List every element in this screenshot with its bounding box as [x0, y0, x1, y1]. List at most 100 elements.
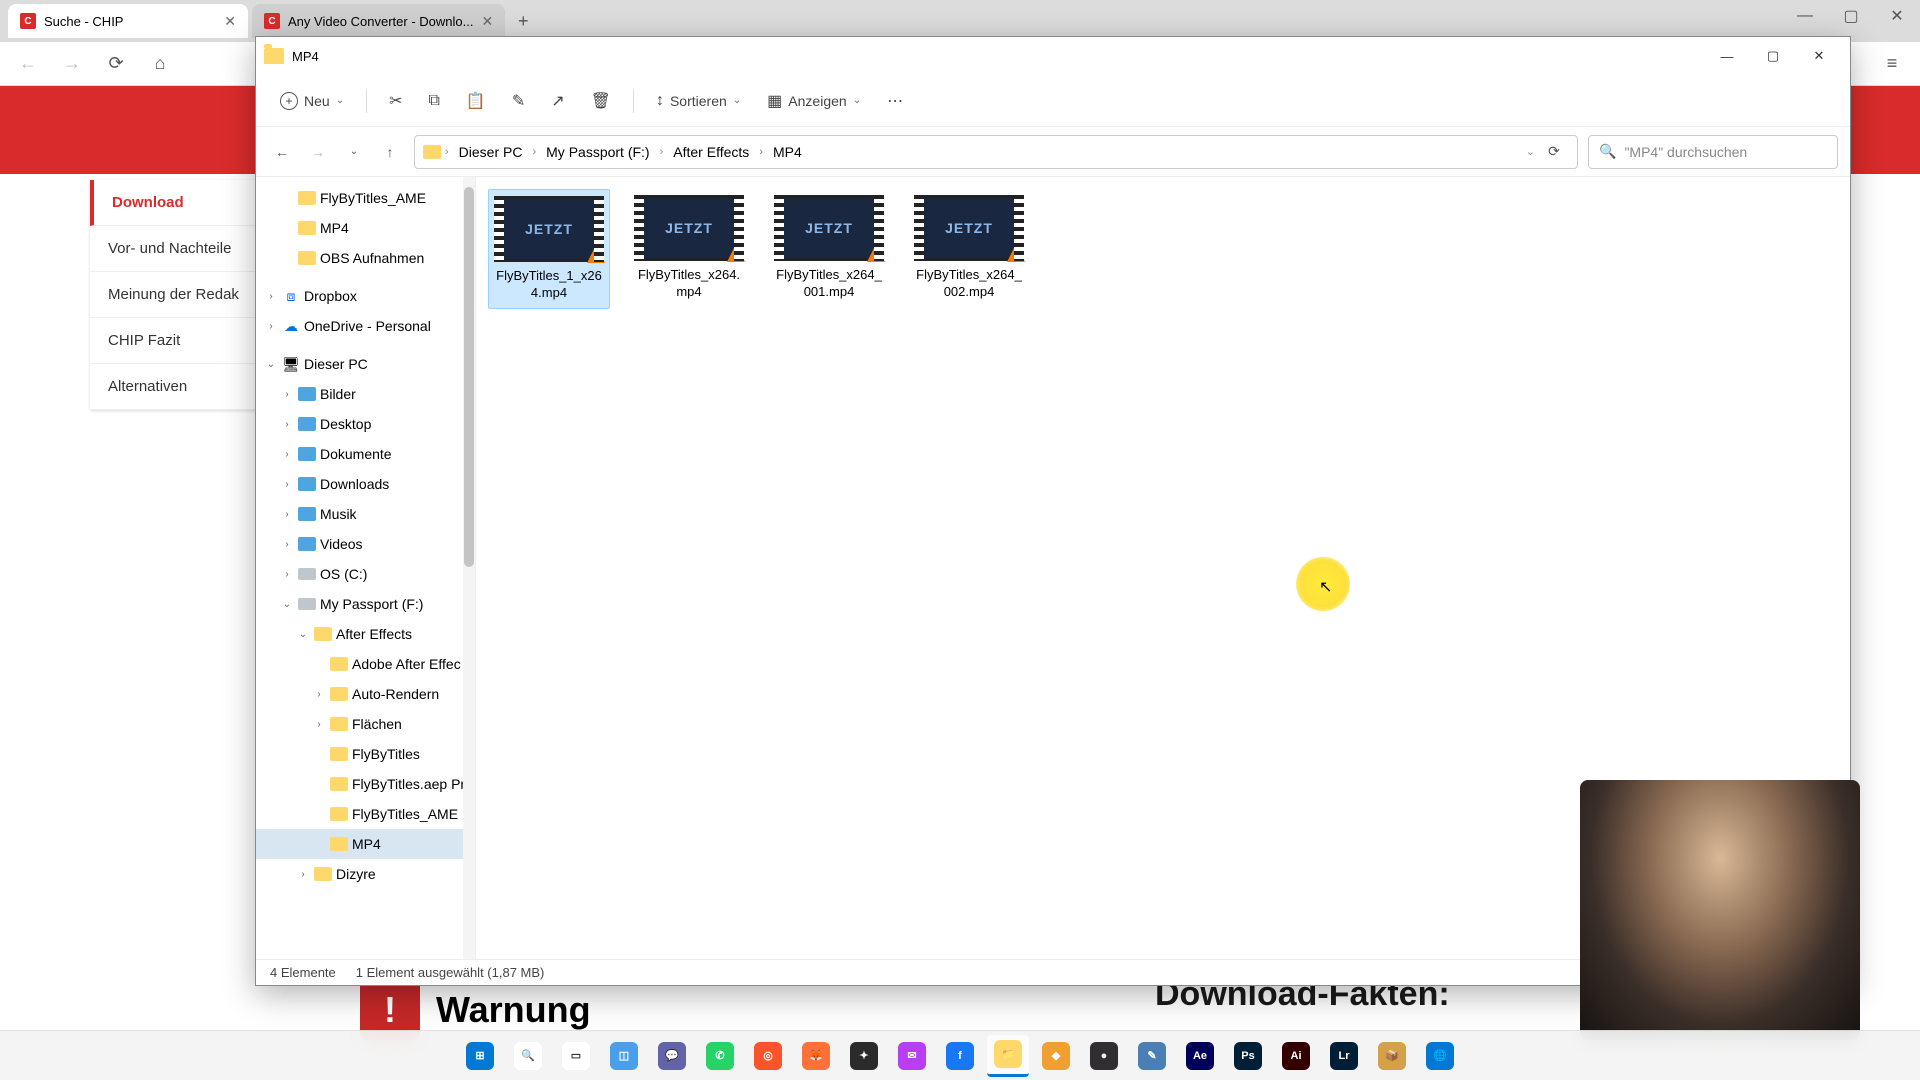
file-item[interactable]: JETZTFlyByTitles_1_x264.mp4: [488, 189, 610, 309]
expand-chevron-icon[interactable]: ⌄: [264, 359, 278, 370]
taskbar-obs[interactable]: ●: [1083, 1035, 1125, 1077]
file-item[interactable]: JETZTFlyByTitles_x264_001.mp4: [768, 189, 890, 309]
expand-chevron-icon[interactable]: ·: [312, 809, 326, 820]
taskbar-teams[interactable]: 💬: [651, 1035, 693, 1077]
nav-item[interactable]: ›Bilder: [256, 379, 475, 409]
search-input[interactable]: 🔍 "MP4" durchsuchen: [1588, 135, 1838, 169]
taskbar-messenger[interactable]: ✉: [891, 1035, 933, 1077]
expand-chevron-icon[interactable]: ›: [280, 539, 294, 550]
taskbar-brave[interactable]: ◎: [747, 1035, 789, 1077]
nav-item[interactable]: ›OS (C:): [256, 559, 475, 589]
expand-chevron-icon[interactable]: ›: [280, 509, 294, 520]
file-item[interactable]: JETZTFlyByTitles_x264_002.mp4: [908, 189, 1030, 309]
nav-item[interactable]: ·MP4: [256, 213, 475, 243]
navigation-pane[interactable]: ·FlyByTitles_AME·MP4·OBS Aufnahmen›⧈Drop…: [256, 177, 476, 959]
taskbar-app1[interactable]: ✦: [843, 1035, 885, 1077]
forward-button[interactable]: →: [56, 48, 88, 80]
nav-item[interactable]: ›Musik: [256, 499, 475, 529]
nav-item[interactable]: ⌄My Passport (F:): [256, 589, 475, 619]
taskbar-widgets[interactable]: ◫: [603, 1035, 645, 1077]
nav-item[interactable]: ·MP4: [256, 829, 475, 859]
nav-item[interactable]: ›Auto-Rendern: [256, 679, 475, 709]
maximize-button[interactable]: ▢: [1828, 0, 1874, 32]
minimize-button[interactable]: —: [1704, 40, 1750, 72]
expand-chevron-icon[interactable]: ›: [264, 321, 278, 332]
copy-button[interactable]: ⧉: [418, 84, 449, 118]
expand-chevron-icon[interactable]: ›: [280, 419, 294, 430]
taskbar-app2[interactable]: ◆: [1035, 1035, 1077, 1077]
nav-item[interactable]: ⌄🖥Dieser PC: [256, 349, 475, 379]
expand-chevron-icon[interactable]: ·: [312, 749, 326, 760]
new-button[interactable]: + Neu ⌄: [270, 84, 354, 118]
breadcrumb-segment[interactable]: MP4: [767, 142, 808, 162]
breadcrumb-segment[interactable]: Dieser PC: [453, 142, 529, 162]
expand-chevron-icon[interactable]: ·: [280, 223, 294, 234]
expand-chevron-icon[interactable]: ·: [280, 193, 294, 204]
up-button[interactable]: ↑: [376, 138, 404, 166]
taskbar-edge[interactable]: 🌐: [1419, 1035, 1461, 1077]
taskbar-taskview[interactable]: ▭: [555, 1035, 597, 1077]
nav-item[interactable]: ›Downloads: [256, 469, 475, 499]
expand-chevron-icon[interactable]: ›: [280, 389, 294, 400]
rename-button[interactable]: ✎: [502, 84, 535, 118]
home-button[interactable]: ⌂: [144, 48, 176, 80]
taskbar-aftereffects[interactable]: Ae: [1179, 1035, 1221, 1077]
nav-item[interactable]: ›Flächen: [256, 709, 475, 739]
nav-item[interactable]: ›⧈Dropbox: [256, 281, 475, 311]
share-button[interactable]: ↗: [541, 84, 574, 118]
address-bar[interactable]: › Dieser PC › My Passport (F:) › After E…: [414, 135, 1578, 169]
breadcrumb-segment[interactable]: My Passport (F:): [540, 142, 655, 162]
expand-chevron-icon[interactable]: ›: [296, 869, 310, 880]
browser-tab-1[interactable]: C Any Video Converter - Downlo... ✕: [252, 4, 505, 38]
close-button[interactable]: ✕: [1874, 0, 1920, 32]
scrollbar[interactable]: [463, 177, 475, 959]
taskbar-photoshop[interactable]: Ps: [1227, 1035, 1269, 1077]
taskbar-app4[interactable]: 📦: [1371, 1035, 1413, 1077]
taskbar-whatsapp[interactable]: ✆: [699, 1035, 741, 1077]
expand-chevron-icon[interactable]: ⌄: [280, 599, 294, 610]
nav-item[interactable]: ⌄After Effects: [256, 619, 475, 649]
delete-button[interactable]: 🗑: [581, 84, 621, 118]
nav-item[interactable]: ·FlyByTitles.aep Pro: [256, 769, 475, 799]
tab-close-icon[interactable]: ✕: [224, 13, 236, 30]
expand-chevron-icon[interactable]: ›: [312, 689, 326, 700]
expand-chevron-icon[interactable]: ⌄: [296, 629, 310, 640]
nav-item[interactable]: ·FlyByTitles_AME: [256, 183, 475, 213]
cut-button[interactable]: ✂: [379, 84, 412, 118]
chevron-down-icon[interactable]: ⌄: [1526, 145, 1535, 158]
taskbar-start[interactable]: ⊞: [459, 1035, 501, 1077]
new-tab-button[interactable]: +: [509, 7, 537, 35]
expand-chevron-icon[interactable]: ›: [264, 291, 278, 302]
tab-close-icon[interactable]: ✕: [481, 13, 493, 30]
nav-item[interactable]: ›☁OneDrive - Personal: [256, 311, 475, 341]
expand-chevron-icon[interactable]: ›: [280, 449, 294, 460]
nav-item[interactable]: ·Adobe After Effec: [256, 649, 475, 679]
reload-button[interactable]: ⟳: [100, 48, 132, 80]
recent-button[interactable]: ⌄: [340, 138, 368, 166]
taskbar-illustrator[interactable]: Ai: [1275, 1035, 1317, 1077]
back-button[interactable]: ←: [268, 138, 296, 166]
taskbar-lightroom[interactable]: Lr: [1323, 1035, 1365, 1077]
nav-item[interactable]: ·OBS Aufnahmen: [256, 243, 475, 273]
expand-chevron-icon[interactable]: ›: [312, 719, 326, 730]
forward-button[interactable]: →: [304, 138, 332, 166]
explorer-titlebar[interactable]: MP4 — ▢ ✕: [256, 37, 1850, 75]
breadcrumb-segment[interactable]: After Effects: [667, 142, 755, 162]
nav-item[interactable]: ·FlyByTitles_AME: [256, 799, 475, 829]
taskbar-firefox[interactable]: 🦊: [795, 1035, 837, 1077]
sort-button[interactable]: ↕ Sortieren ⌄: [646, 84, 751, 118]
minimize-button[interactable]: —: [1782, 0, 1828, 32]
file-item[interactable]: JETZTFlyByTitles_x264.mp4: [628, 189, 750, 309]
nav-item[interactable]: ›Dizyre: [256, 859, 475, 889]
taskbar-explorer[interactable]: 📁: [987, 1035, 1029, 1077]
back-button[interactable]: ←: [12, 48, 44, 80]
expand-chevron-icon[interactable]: ·: [312, 839, 326, 850]
taskbar-facebook[interactable]: f: [939, 1035, 981, 1077]
refresh-button[interactable]: ⟳: [1539, 137, 1569, 167]
nav-item[interactable]: ›Dokumente: [256, 439, 475, 469]
expand-chevron-icon[interactable]: ›: [280, 479, 294, 490]
paste-button[interactable]: 📋: [456, 84, 496, 118]
expand-chevron-icon[interactable]: ·: [280, 253, 294, 264]
close-button[interactable]: ✕: [1796, 40, 1842, 72]
maximize-button[interactable]: ▢: [1750, 40, 1796, 72]
